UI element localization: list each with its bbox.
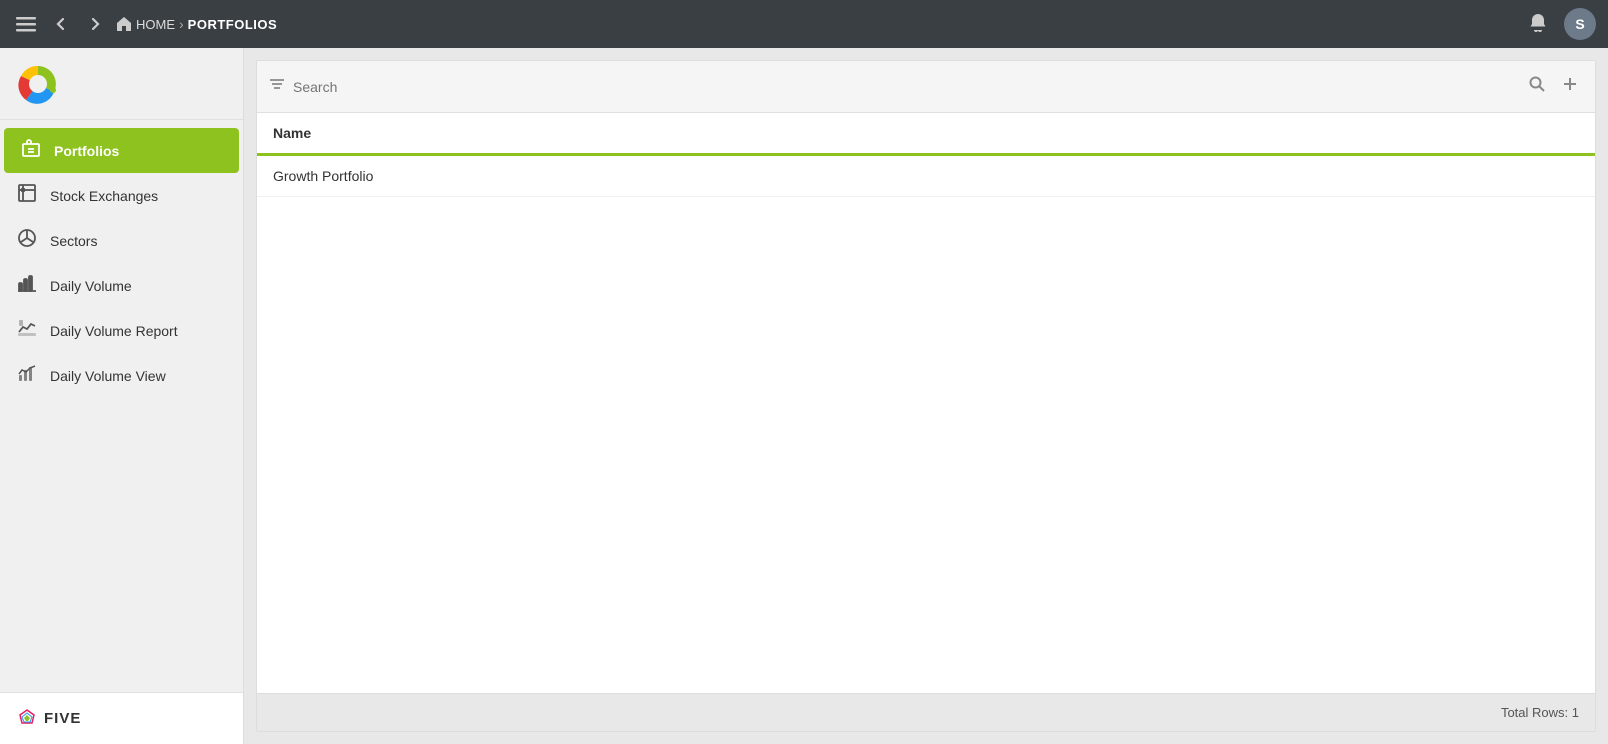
back-icon[interactable] <box>48 11 74 37</box>
home-label: HOME <box>136 17 175 32</box>
breadcrumb-separator: › <box>179 16 184 32</box>
content-area: Name Growth Portfolio Total Rows: 1 <box>244 48 1608 744</box>
sidebar-item-daily-volume-report[interactable]: Daily Volume Report <box>0 308 243 353</box>
sectors-label: Sectors <box>50 233 97 249</box>
forward-icon[interactable] <box>82 11 108 37</box>
sectors-icon <box>16 228 38 253</box>
table-row[interactable]: Growth Portfolio <box>257 156 1595 197</box>
topbar: HOME › PORTFOLIOS S <box>0 0 1608 48</box>
notifications-icon[interactable] <box>1528 12 1548 37</box>
table-body: Growth Portfolio <box>257 156 1595 693</box>
app-logo-icon <box>16 62 60 106</box>
home-link[interactable]: HOME <box>116 16 175 32</box>
sidebar: Portfolios Stock Exchanges <box>0 48 244 744</box>
daily-volume-view-icon <box>16 363 38 388</box>
add-button[interactable] <box>1557 71 1583 103</box>
five-logo-icon <box>16 708 38 730</box>
daily-volume-icon <box>16 273 38 298</box>
portfolios-icon <box>20 138 42 163</box>
row-name-cell: Growth Portfolio <box>273 168 373 184</box>
daily-volume-report-icon <box>16 318 38 343</box>
panel-toolbar <box>257 61 1595 113</box>
filter-icon <box>269 76 285 97</box>
sidebar-item-daily-volume-view[interactable]: Daily Volume View <box>0 353 243 398</box>
sidebar-item-sectors[interactable]: Sectors <box>0 218 243 263</box>
breadcrumb: HOME › PORTFOLIOS <box>116 16 277 32</box>
panel-footer: Total Rows: 1 <box>257 693 1595 731</box>
column-name-header: Name <box>273 125 311 141</box>
sidebar-footer: FIVE <box>0 692 243 744</box>
table-header: Name <box>257 113 1595 156</box>
search-icon[interactable] <box>1525 72 1549 101</box>
total-rows-label: Total Rows: 1 <box>1501 705 1579 720</box>
sidebar-item-daily-volume[interactable]: Daily Volume <box>0 263 243 308</box>
sidebar-item-stock-exchanges[interactable]: Stock Exchanges <box>0 173 243 218</box>
daily-volume-report-label: Daily Volume Report <box>50 323 178 339</box>
topbar-right: S <box>1528 8 1596 40</box>
stock-exchanges-icon <box>16 183 38 208</box>
portfolios-table: Name Growth Portfolio <box>257 113 1595 693</box>
user-avatar[interactable]: S <box>1564 8 1596 40</box>
brand-label: FIVE <box>44 710 81 727</box>
sidebar-nav: Portfolios Stock Exchanges <box>0 120 243 692</box>
portfolios-label: Portfolios <box>54 143 119 159</box>
search-input[interactable] <box>293 79 1517 95</box>
sidebar-item-portfolios[interactable]: Portfolios <box>4 128 239 173</box>
daily-volume-label: Daily Volume <box>50 278 132 294</box>
hamburger-menu-icon[interactable] <box>12 10 40 38</box>
current-page-label: PORTFOLIOS <box>188 17 278 32</box>
stock-exchanges-label: Stock Exchanges <box>50 188 158 204</box>
sidebar-logo <box>0 48 243 120</box>
portfolios-panel: Name Growth Portfolio Total Rows: 1 <box>256 60 1596 732</box>
main-layout: Portfolios Stock Exchanges <box>0 48 1608 744</box>
daily-volume-view-label: Daily Volume View <box>50 368 166 384</box>
